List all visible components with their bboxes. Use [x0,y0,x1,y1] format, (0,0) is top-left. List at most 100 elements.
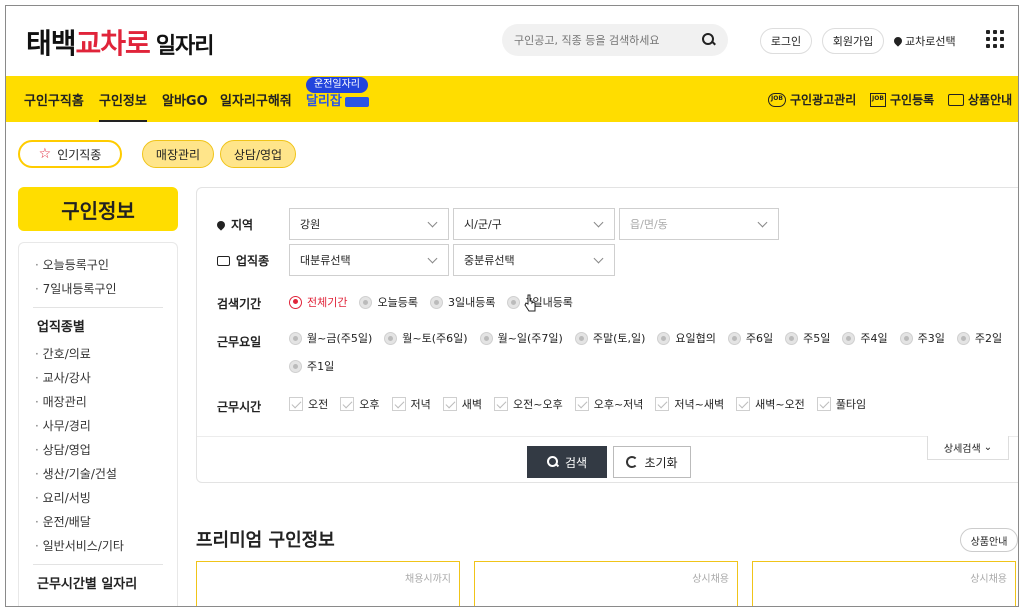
radio-icon [479,331,493,345]
sidebar-item[interactable]: 교사/강사 [35,366,177,390]
all-menu-grid-icon[interactable] [986,30,1004,48]
reset-button-label: 초기화 [644,455,678,470]
product-info-button[interactable]: 상품안내 [960,528,1018,552]
login-button[interactable]: 로그인 [760,28,812,54]
nav-item-home[interactable]: 구인구직홈 [24,90,84,109]
sidebar-heading-worktime: 근무시간별 일자리 [37,577,138,592]
worktime-option[interactable]: 저녁 [391,396,431,412]
workday-option[interactable]: 월~일(주7일) [479,330,563,346]
nav-product-info[interactable]: 상품안내 [948,91,1012,108]
radio-icon [289,359,302,373]
premium-job-card[interactable]: 채용시까지 [196,561,460,606]
workday-option[interactable]: 요일협의 [657,330,716,346]
workday-option[interactable]: 주2일 [956,330,1002,346]
sidebar-item[interactable]: 간호/의료 [35,342,177,366]
id-card-icon [217,255,230,266]
jobtype-label: 업직종 [217,252,269,269]
checkbox-icon [655,397,670,411]
period-option[interactable]: 오늘등록 [359,294,418,310]
nav-item-job-info[interactable]: 구인정보 [99,90,147,122]
workday-option[interactable]: 주5일 [785,330,830,346]
site-logo[interactable]: 태백교차로 일자리 [26,22,215,62]
popular-jobs-label: 인기직종 [57,147,102,162]
workdays-label: 근무요일 [217,335,262,349]
radio-icon [574,331,588,345]
workday-option[interactable]: 월~토(주6일) [384,330,468,346]
workday-option[interactable]: 주6일 [727,330,773,346]
period-option[interactable]: 7일내등록 [507,294,573,310]
sub-category-select[interactable]: 중분류선택 [453,244,615,276]
workday-option[interactable]: 월~금(주5일) [289,330,372,346]
sidebar-item[interactable]: 7일내등록구인 [35,277,177,301]
card-tag: 상시채용 [692,574,729,585]
tag-chip[interactable]: 매장관리 [142,140,214,168]
nav-post-job-label: 구인등록 [890,93,935,107]
location-pin-icon [215,218,227,231]
worktime-option[interactable]: 새벽~오전 [736,396,805,412]
worktime-option[interactable]: 오전~오후 [494,396,563,412]
radio-icon [956,331,970,345]
nav-post-job[interactable]: JOB 구인등록 [870,91,934,108]
checkbox-icon [289,397,303,411]
sidebar-item[interactable]: 생산/기술/건설 [35,462,177,486]
worktime-option[interactable]: 오후~저녁 [574,396,643,412]
premium-section-title: 프리미엄 구인정보 [196,530,335,551]
monitor-icon [948,93,964,106]
sidebar-item[interactable]: 오늘등록구인 [35,253,177,277]
sidebar-item[interactable]: 상담/영업 [35,438,177,462]
sidebar: 오늘등록구인 7일내등록구인 업직종별 간호/의료 교사/강사 매장관리 사무/… [18,242,178,606]
location-pin-icon [892,35,904,47]
star-icon: ☆ [38,146,52,162]
card-tag: 채용시까지 [405,574,451,585]
period-option[interactable]: 전체기간 [289,294,347,310]
province-select[interactable]: 강원 [289,208,449,240]
worktime-option[interactable]: 오후 [340,396,380,412]
panel-divider [197,436,1018,437]
sidebar-heading-jobtype: 업직종별 [37,320,85,335]
checkbox-icon [574,397,589,411]
region-select-button[interactable]: 교차로선택 [892,33,956,49]
logo-part1: 태백 [26,27,77,60]
worktime-option[interactable]: 저녁~새벽 [655,396,724,412]
worktime-option[interactable]: 풀타임 [816,396,866,412]
city-select[interactable]: 시/군/구 [453,208,615,240]
premium-job-card[interactable]: 상시채용 [752,561,1016,606]
workday-option[interactable]: 주말(토,일) [574,330,645,346]
town-select[interactable]: 읍/면/동 [619,208,779,240]
detail-search-label: 상세검색 [943,444,981,455]
sidebar-item[interactable]: 일반서비스/기타 [35,534,177,558]
premium-job-card[interactable]: 상시채용 [474,561,738,606]
popular-jobs-chip[interactable]: ☆ 인기직종 [18,140,122,168]
sidebar-period-list: 오늘등록구인 7일내등록구인 [19,253,177,301]
sidebar-item[interactable]: 요리/서빙 [35,486,177,510]
workday-option[interactable]: 주4일 [842,330,888,346]
period-option[interactable]: 3일내등록 [429,294,495,310]
nav-ad-manage[interactable]: JOB 구인광고관리 [768,91,856,108]
region-select-label: 교차로선택 [905,35,956,48]
detail-search-button[interactable]: 상세검색 ⌄ [927,436,1009,460]
signup-button[interactable]: 회원가입 [822,28,884,54]
sidebar-item[interactable]: 매장관리 [35,390,177,414]
main-category-select[interactable]: 대분류선택 [289,244,449,276]
search-filter-panel: 지역 강원 시/군/구 읍/면/동 업직종 대분류선택 중분류선택 검색기간 전… [196,187,1018,483]
search-input[interactable] [514,33,698,47]
worktime-label: 근무시간 [217,400,262,414]
search-button[interactable]: 검색 [527,446,607,478]
tag-chip[interactable]: 상담/영업 [220,140,296,168]
workday-option[interactable]: 주1일 [289,358,334,374]
dalijob-label: 달리잡 [306,94,342,109]
logo-part2: 교차로 [75,27,151,60]
workday-option[interactable]: 주3일 [899,330,945,346]
jobtype-label-text: 업직종 [236,254,270,268]
hand-cursor-icon [524,294,536,312]
sidebar-item[interactable]: 운전/배달 [35,510,177,534]
search-icon[interactable] [702,33,716,47]
worktime-option[interactable]: 오전 [289,396,328,412]
nav-item-find-job[interactable]: 일자리구해줘 [220,90,292,109]
reset-button[interactable]: 초기화 [613,446,691,478]
nav-item-dalijob[interactable]: 달리잡 [306,90,369,109]
worktime-option[interactable]: 새벽 [442,396,482,412]
checkbox-icon [736,397,751,411]
nav-item-albago[interactable]: 알바GO [162,90,208,109]
sidebar-item[interactable]: 사무/경리 [35,414,177,438]
